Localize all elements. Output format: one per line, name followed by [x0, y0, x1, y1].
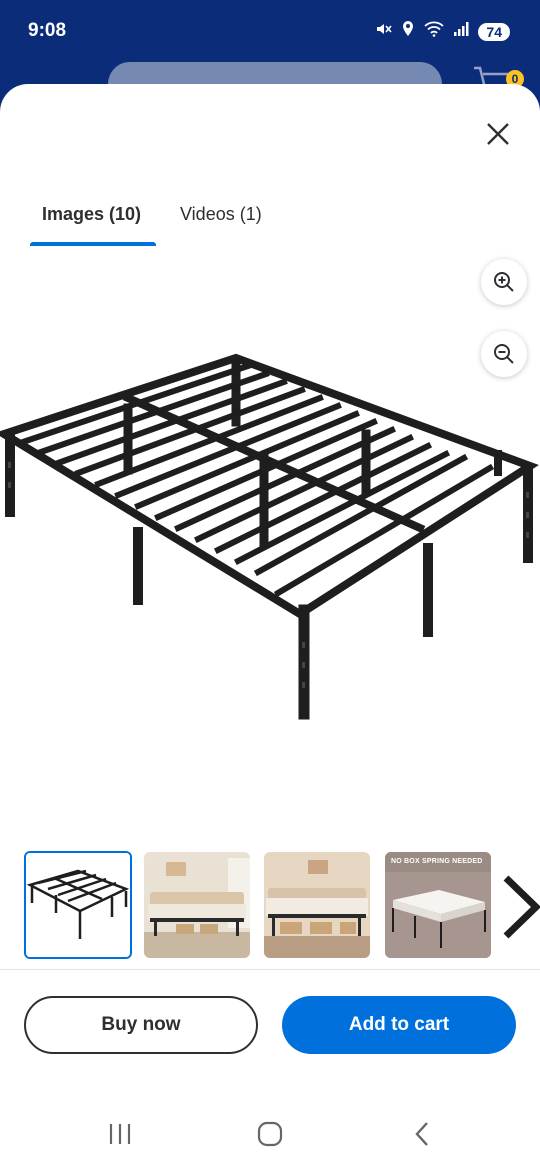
close-icon — [487, 123, 509, 145]
thumbnail-strip: NO BOX SPRING NEEDED — [0, 848, 540, 960]
buy-now-button[interactable]: Buy now — [24, 996, 258, 1054]
location-icon — [401, 20, 415, 43]
system-nav-bar — [0, 1104, 540, 1170]
thumbnail-2[interactable] — [144, 852, 250, 958]
divider — [0, 969, 540, 970]
recent-apps-button[interactable] — [100, 1118, 140, 1150]
home-button[interactable] — [250, 1118, 290, 1150]
back-icon — [415, 1122, 428, 1146]
back-button[interactable] — [402, 1118, 442, 1150]
battery-level: 74 — [478, 22, 510, 41]
recent-apps-icon — [109, 1124, 131, 1144]
chevron-right-icon — [503, 875, 540, 939]
thumbnail-caption: NO BOX SPRING NEEDED — [391, 858, 483, 865]
thumbnail-4[interactable]: NO BOX SPRING NEEDED — [385, 852, 491, 958]
add-to-cart-button[interactable]: Add to cart — [282, 996, 516, 1054]
thumbnail-1[interactable] — [24, 851, 132, 959]
home-icon — [257, 1121, 283, 1147]
media-tabs: Images (10) Videos (1) — [0, 190, 540, 247]
signal-icon — [453, 21, 469, 42]
media-gallery-sheet: Images (10) Videos (1) NO BOX SPRING NEE… — [0, 84, 540, 1170]
tab-images[interactable]: Images (10) — [42, 204, 141, 225]
zoom-in-icon — [494, 272, 514, 292]
zoom-in-button[interactable] — [481, 259, 527, 305]
thumbnail-3[interactable] — [264, 852, 370, 958]
status-bar: 9:08 74 — [0, 0, 540, 64]
bed-frame-thumbnail-image — [26, 853, 130, 957]
status-icons: 74 — [374, 20, 510, 43]
bedroom-photo-thumbnail-image — [264, 852, 370, 958]
close-button[interactable] — [478, 114, 518, 154]
thumbnail-next-button[interactable] — [498, 872, 540, 942]
wifi-icon — [424, 21, 445, 42]
muted-icon — [374, 20, 393, 43]
tab-videos[interactable]: Videos (1) — [180, 204, 262, 225]
status-time: 9:08 — [28, 20, 67, 41]
bedroom-photo-thumbnail-image — [144, 852, 250, 958]
image-viewer — [0, 246, 540, 836]
mattress-thumbnail-image — [385, 852, 491, 958]
product-main-image[interactable] — [0, 342, 540, 742]
